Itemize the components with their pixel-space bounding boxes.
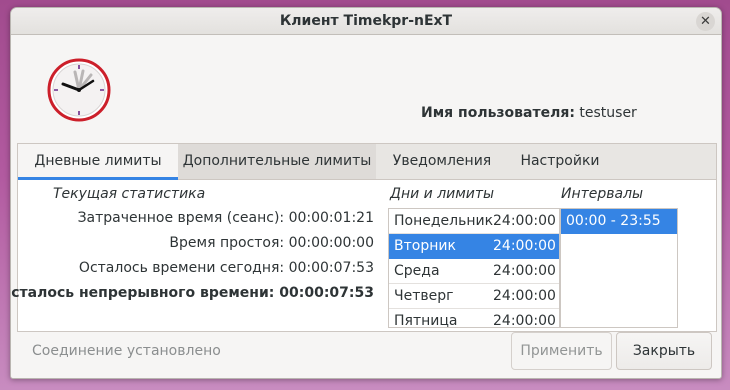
window-close-button[interactable]: ✕ [696,12,715,31]
window-title: Клиент Timekpr-nExT [279,13,453,29]
day-name: Вторник [394,238,456,254]
title-bar[interactable]: Клиент Timekpr-nExT ✕ [11,8,721,35]
day-limit: 24:00:00 [493,213,556,229]
tab-daily-limits[interactable]: Дневные лимиты [18,144,178,180]
tab-additional-limits[interactable]: Дополнительные лимиты [178,144,376,179]
day-limit: 24:00:00 [493,313,556,328]
intervals-header: Интервалы [561,186,644,202]
list-item-day[interactable]: Четверг 24:00:00 [389,284,559,309]
tab-notifications[interactable]: Уведомления [382,144,502,179]
day-limit: 24:00:00 [493,238,556,254]
username-value: testuser [579,105,637,121]
clock-icon [47,58,111,122]
connection-status: Соединение установлено [32,343,221,359]
day-name: Среда [394,263,440,279]
list-item-day[interactable]: Пятница 24:00:00 [389,309,559,328]
day-limit: 24:00:00 [493,288,556,304]
day-name: Четверг [394,288,454,304]
tab-bar: Дневные лимиты Дополнительные лимиты Уве… [18,144,716,180]
username-row: Имя пользователя: testuser [421,105,637,121]
list-item-day-selected[interactable]: Вторник 24:00:00 [389,234,559,259]
stat-label: Время простоя: [169,235,285,251]
stat-value: 00:00:07:53 [288,260,374,276]
stat-row-session-time: Затраченное время (сеанс): 00:00:01:21 [78,210,374,226]
close-button[interactable]: Закрыть [616,332,712,370]
stat-row-time-left-today: Осталось времени сегодня: 00:00:07:53 [79,260,374,276]
stat-label: Затраченное время (сеанс): [77,210,285,226]
list-item-day[interactable]: Понедельник 24:00:00 [389,209,559,234]
list-item-interval-selected[interactable]: 00:00 - 23:55 [561,209,677,234]
stat-label: Осталось времени сегодня: [78,260,285,276]
username-label: Имя пользователя: [421,105,575,121]
tab-panel: Дневные лимиты Дополнительные лимиты Уве… [11,143,717,332]
day-limit: 24:00:00 [493,263,556,279]
day-name: Понедельник [394,213,494,229]
stat-value: 00:00:01:21 [288,210,374,226]
list-item-day[interactable]: Среда 24:00:00 [389,259,559,284]
stats-header: Текущая статистика [53,186,206,202]
stat-row-continuous-time-left: Осталось непрерывного времени: 00:00:07:… [10,285,374,301]
stat-value: 00:00:07:53 [279,285,374,301]
days-limits-list[interactable]: Понедельник 24:00:00 Вторник 24:00:00 Ср… [388,208,560,328]
stat-label: Осталось непрерывного времени: [10,285,275,301]
timekpr-window: Клиент Timekpr-nExT ✕ Имя пользователя: … [10,7,722,379]
tab-settings[interactable]: Настройки [508,144,612,179]
days-limits-header: Дни и лимиты [390,186,495,202]
day-name: Пятница [394,313,458,328]
stat-row-idle-time: Время простоя: 00:00:00:00 [169,235,374,251]
apply-button[interactable]: Применить [511,332,612,370]
stat-value: 00:00:00:00 [288,235,374,251]
intervals-list[interactable]: 00:00 - 23:55 [560,208,678,328]
